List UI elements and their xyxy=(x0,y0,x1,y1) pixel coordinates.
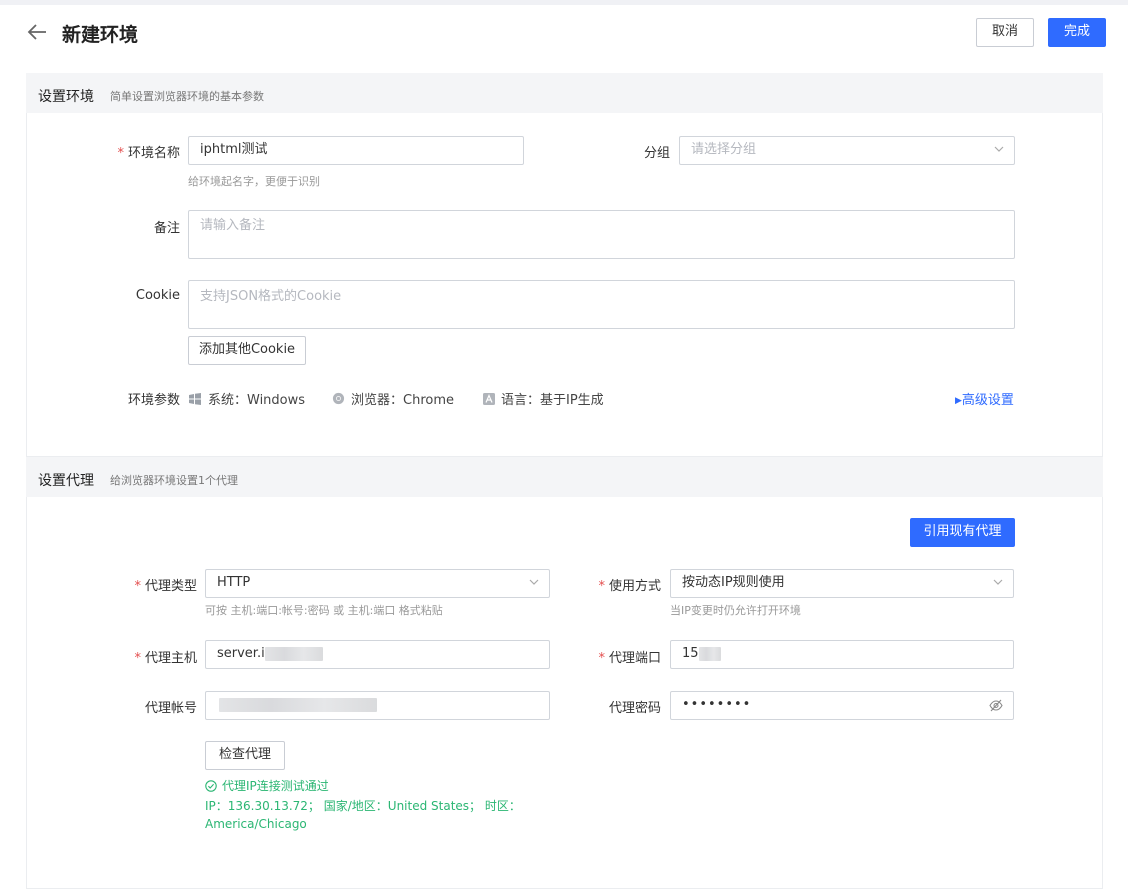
cookie-label: Cookie xyxy=(135,288,180,303)
caret-right-icon: ▶ xyxy=(955,396,962,406)
usage-label: * 使用方式 xyxy=(598,579,661,594)
done-button[interactable]: 完成 xyxy=(1048,18,1106,47)
remark-label: 备注 xyxy=(153,221,180,236)
proxy-account-label: 代理帐号 xyxy=(144,701,197,716)
chevron-down-icon xyxy=(993,579,1003,585)
proxy-type-select[interactable]: HTTP xyxy=(205,569,550,598)
page-title: 新建环境 xyxy=(62,24,139,46)
proxy-test-timezone: America/Chicago xyxy=(205,817,307,831)
cancel-button[interactable]: 取消 xyxy=(976,18,1034,47)
page: 新建环境 取消 完成 设置环境 简单设置浏览器环境的基本参数 * 环境名称 iph… xyxy=(0,5,1128,891)
env-section-subtitle: 简单设置浏览器环境的基本参数 xyxy=(110,90,264,103)
windows-icon xyxy=(189,392,201,405)
advanced-settings-link[interactable]: ▶高级设置 xyxy=(955,389,1014,408)
group-placeholder: 请选择分组 xyxy=(691,142,757,157)
proxy-type-hint: 可按 主机:端口:帐号:密码 或 主机:端口 格式粘贴 xyxy=(205,604,443,617)
proxy-host-input[interactable]: server.i xyxy=(205,640,550,669)
proxy-type-value: HTTP xyxy=(217,575,251,590)
remark-textarea[interactable]: 请输入备注 xyxy=(188,210,1015,259)
chevron-down-icon xyxy=(529,579,539,585)
proxy-test-detail: IP：136.30.13.72； 国家/地区：United States； 时区… xyxy=(205,799,521,813)
proxy-type-label: * 代理类型 xyxy=(134,579,197,594)
env-section-title: 设置环境 xyxy=(38,89,94,105)
check-proxy-button[interactable]: 检查代理 xyxy=(205,741,285,770)
env-section-header: 设置环境 简单设置浏览器环境的基本参数 xyxy=(26,73,1103,113)
proxy-port-label: * 代理端口 xyxy=(598,651,661,666)
env-name-label: * 环境名称 xyxy=(117,146,180,161)
proxy-section-subtitle: 给浏览器环境设置1个代理 xyxy=(110,474,238,487)
proxy-test-status: 代理IP连接测试通过 xyxy=(205,777,329,794)
group-select[interactable]: 请选择分组 xyxy=(679,136,1015,165)
cookie-placeholder: 支持JSON格式的Cookie xyxy=(200,289,342,304)
use-existing-proxy-button[interactable]: 引用现有代理 xyxy=(910,518,1015,547)
proxy-account-input[interactable] xyxy=(205,691,550,720)
proxy-section-header: 设置代理 给浏览器环境设置1个代理 xyxy=(26,457,1103,497)
browser-param: 浏览器：Chrome xyxy=(332,389,454,408)
proxy-section-title: 设置代理 xyxy=(38,473,94,489)
remark-placeholder: 请输入备注 xyxy=(200,218,266,233)
eye-off-icon[interactable] xyxy=(989,699,1003,712)
proxy-password-label: 代理密码 xyxy=(608,701,661,716)
env-params-label: 环境参数 xyxy=(127,393,180,408)
group-label: 分组 xyxy=(643,146,670,161)
proxy-port-input[interactable]: 15 xyxy=(670,640,1014,669)
usage-select[interactable]: 按动态IP规则使用 xyxy=(670,569,1014,598)
proxy-host-label: * 代理主机 xyxy=(134,651,197,666)
language-icon xyxy=(483,392,495,405)
redacted-mask xyxy=(264,646,323,661)
back-arrow-icon[interactable] xyxy=(26,21,48,43)
check-circle-icon xyxy=(205,779,217,792)
cookie-textarea[interactable]: 支持JSON格式的Cookie xyxy=(188,280,1015,329)
language-param: 语言：基于IP生成 xyxy=(483,389,604,408)
usage-hint: 当IP变更时仍允许打开环境 xyxy=(670,604,801,617)
redacted-mask xyxy=(698,646,721,661)
chrome-icon xyxy=(332,392,345,405)
system-param: 系统：Windows xyxy=(188,389,305,408)
add-cookie-button[interactable]: 添加其他Cookie xyxy=(188,336,306,365)
env-name-hint: 给环境起名字，更便于识别 xyxy=(188,175,320,188)
env-name-input[interactable]: iphtml测试 xyxy=(188,136,524,165)
proxy-password-input[interactable]: •••••••• xyxy=(670,691,1014,720)
chevron-down-icon xyxy=(994,146,1004,152)
redacted-mask xyxy=(219,697,377,712)
usage-value: 按动态IP规则使用 xyxy=(682,575,785,590)
